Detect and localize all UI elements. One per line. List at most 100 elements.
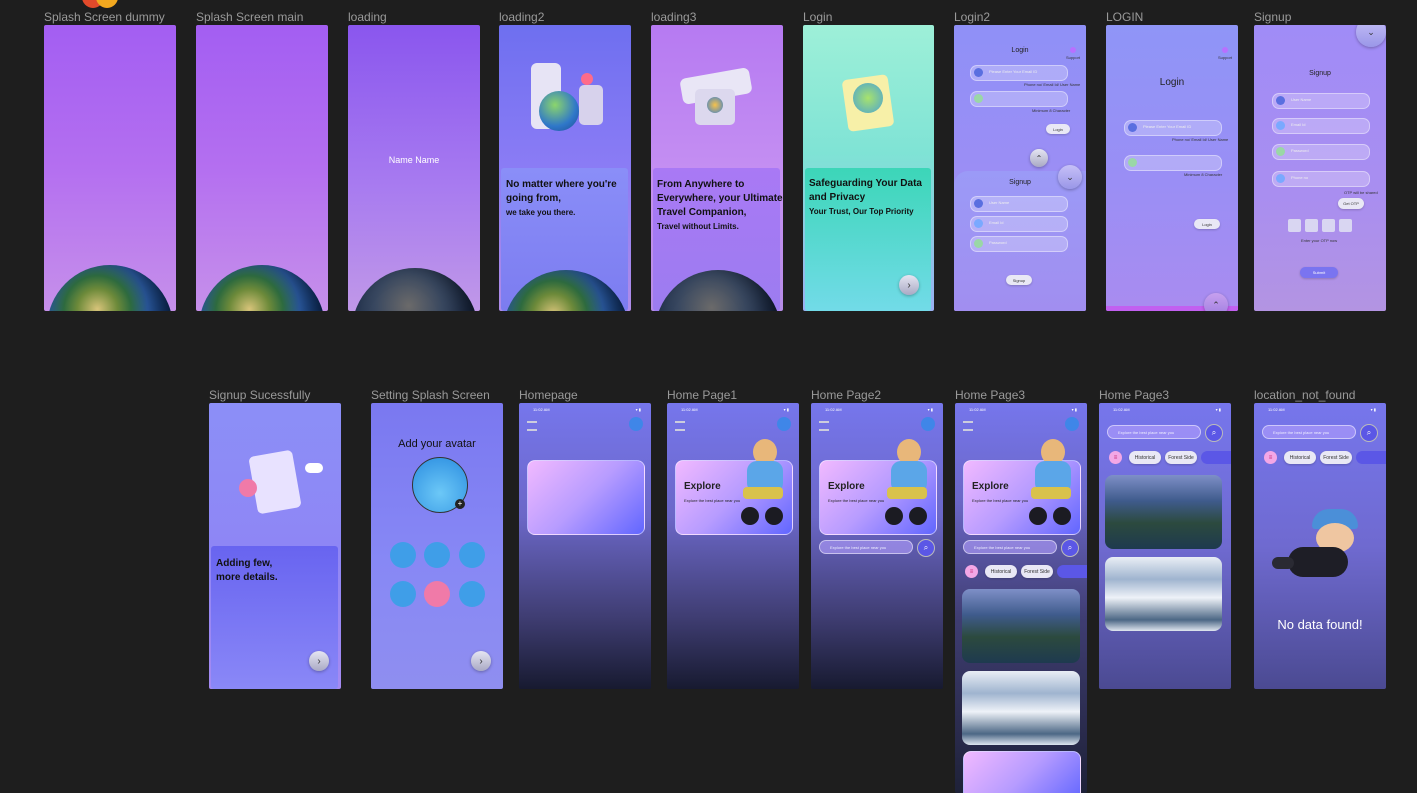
otp-box[interactable] — [1305, 219, 1318, 232]
email-field[interactable]: Email Id — [1272, 118, 1370, 134]
frame-label[interactable]: Home Page3 — [955, 388, 1025, 402]
avatar[interactable] — [629, 417, 643, 431]
chevron-up-icon[interactable]: ⌃ — [1204, 293, 1228, 311]
place-card[interactable] — [962, 671, 1080, 745]
support-icon[interactable] — [1222, 47, 1228, 53]
avatar-option[interactable] — [424, 581, 450, 607]
menu-icon[interactable] — [963, 421, 973, 431]
search-icon[interactable]: ⌕ — [1205, 424, 1223, 442]
place-card[interactable] — [1105, 475, 1222, 549]
filter-icon[interactable]: ≡ — [1264, 451, 1277, 464]
support-label[interactable]: Support — [1066, 55, 1080, 60]
search-input[interactable]: Explore the best place near you — [819, 540, 913, 554]
email-field[interactable]: Please Enter Your Email ID — [1124, 120, 1222, 136]
login-button[interactable]: Login — [1046, 124, 1070, 134]
avatar[interactable] — [921, 417, 935, 431]
frame-label[interactable]: Login — [803, 10, 832, 24]
frame-label[interactable]: Splash Screen main — [196, 10, 303, 24]
place-card[interactable] — [963, 751, 1081, 793]
avatar-option[interactable] — [424, 542, 450, 568]
frame-label[interactable]: loading — [348, 10, 387, 24]
frame-homepage[interactable]: 11:02 AM ▾ ▮ — [519, 403, 651, 689]
frame-loading3[interactable]: From Anywhere to Everywhere, your Ultima… — [651, 25, 783, 311]
search-input[interactable]: Explore the best place near you — [963, 540, 1057, 554]
signup-button[interactable]: Signup — [1006, 275, 1032, 285]
frame-label[interactable]: location_not_found — [1254, 388, 1355, 402]
avatar-option[interactable] — [390, 581, 416, 607]
username-field[interactable]: User Name — [1272, 93, 1370, 109]
filter-icon[interactable]: ≡ — [965, 565, 978, 578]
frame-home2[interactable]: 11:02 AM ▾ ▮ Explore Explore the best pla… — [811, 403, 943, 689]
search-icon[interactable]: ⌕ — [1360, 424, 1378, 442]
avatar[interactable] — [1065, 417, 1079, 431]
get-otp-button[interactable]: Get OTP — [1338, 198, 1364, 209]
filter-icon[interactable]: ≡ — [1109, 451, 1122, 464]
place-card[interactable] — [962, 589, 1080, 663]
next-button[interactable]: › — [899, 275, 919, 295]
submit-button[interactable]: Submit — [1300, 267, 1338, 278]
frame-label[interactable]: loading2 — [499, 10, 544, 24]
search-input[interactable]: Explore the best place near you — [1262, 425, 1356, 439]
password-field[interactable]: Password — [970, 236, 1068, 252]
next-button[interactable]: › — [471, 651, 491, 671]
chevron-up-icon[interactable]: ⌃ — [1030, 149, 1048, 167]
frame-loading2[interactable]: No matter where you're going from, we ta… — [499, 25, 631, 311]
username-field[interactable]: User Name — [970, 196, 1068, 212]
explore-card[interactable] — [527, 460, 645, 535]
frame-label[interactable]: LOGIN — [1106, 10, 1143, 24]
frame-login-caps[interactable]: Support Login Please Enter Your Email ID… — [1106, 25, 1238, 311]
frame-login2[interactable]: Login Support Please Enter Your Email ID… — [954, 25, 1086, 311]
frame-label[interactable]: Home Page3 — [1099, 388, 1169, 402]
email-field[interactable]: Please Enter Your Email ID — [970, 65, 1068, 81]
email-field[interactable]: Email Id — [970, 216, 1068, 232]
frame-label[interactable]: Home Page1 — [667, 388, 737, 402]
menu-icon[interactable] — [675, 421, 685, 431]
frame-signup-success[interactable]: Adding few, more details. › — [209, 403, 341, 689]
chip-forest-side[interactable]: Forest Side — [1021, 565, 1053, 578]
frame-label[interactable]: Signup Sucessfully — [209, 388, 310, 402]
frame-signup[interactable]: ⌄ Signup User Name Email Id Password Pho… — [1254, 25, 1386, 311]
password-field[interactable] — [1124, 155, 1222, 171]
frame-home3b[interactable]: 11:02 AM ▾ ▮ Explore the best place near … — [1099, 403, 1231, 689]
frame-label[interactable]: Homepage — [519, 388, 578, 402]
frame-label[interactable]: Login2 — [954, 10, 990, 24]
search-icon[interactable]: ⌕ — [917, 539, 935, 557]
next-button[interactable]: › — [309, 651, 329, 671]
frame-label[interactable]: Home Page2 — [811, 388, 881, 402]
chip-historical[interactable]: Historical — [1284, 451, 1316, 464]
password-field[interactable]: Password — [1272, 144, 1370, 160]
frame-loading[interactable]: Name Name — [348, 25, 480, 311]
otp-box[interactable] — [1339, 219, 1352, 232]
chip-forest-side[interactable]: Forest Side — [1320, 451, 1352, 464]
otp-box[interactable] — [1322, 219, 1335, 232]
place-card[interactable] — [1105, 557, 1222, 631]
avatar[interactable] — [777, 417, 791, 431]
support-label[interactable]: Support — [1218, 55, 1232, 60]
avatar-option[interactable] — [459, 542, 485, 568]
login-button[interactable]: Login — [1194, 219, 1220, 229]
otp-box[interactable] — [1288, 219, 1301, 232]
frame-label[interactable]: Signup — [1254, 10, 1291, 24]
frame-splash-main[interactable] — [196, 25, 328, 311]
avatar-option[interactable] — [459, 581, 485, 607]
frame-label[interactable]: Setting Splash Screen — [371, 388, 490, 402]
menu-icon[interactable] — [527, 421, 537, 431]
frame-label[interactable]: Splash Screen dummy — [44, 10, 165, 24]
chevron-down-icon[interactable]: ⌄ — [1356, 25, 1386, 47]
frame-home1[interactable]: 11:02 AM ▾ ▮ Explore Explore the best pla… — [667, 403, 799, 689]
avatar-option[interactable] — [390, 542, 416, 568]
frame-splash-dummy[interactable] — [44, 25, 176, 311]
chip-historical[interactable]: Historical — [985, 565, 1017, 578]
search-icon[interactable]: ⌕ — [1061, 539, 1079, 557]
frame-location-not-found[interactable]: 11:02 AM ▾ ▮ Explore the best place near … — [1254, 403, 1386, 689]
chip-forest-side[interactable]: Forest Side — [1165, 451, 1197, 464]
phone-field[interactable]: Phone no — [1272, 171, 1370, 187]
frame-home3[interactable]: 11:02 AM ▾ ▮ Explore Explore the best pla… — [955, 403, 1087, 793]
menu-icon[interactable] — [819, 421, 829, 431]
password-field[interactable] — [970, 91, 1068, 107]
add-icon[interactable]: + — [455, 499, 465, 509]
chip-historical[interactable]: Historical — [1129, 451, 1161, 464]
frame-setting-splash[interactable]: Add your avatar + › — [371, 403, 503, 689]
support-icon[interactable] — [1070, 47, 1076, 53]
search-input[interactable]: Explore the best place near you — [1107, 425, 1201, 439]
